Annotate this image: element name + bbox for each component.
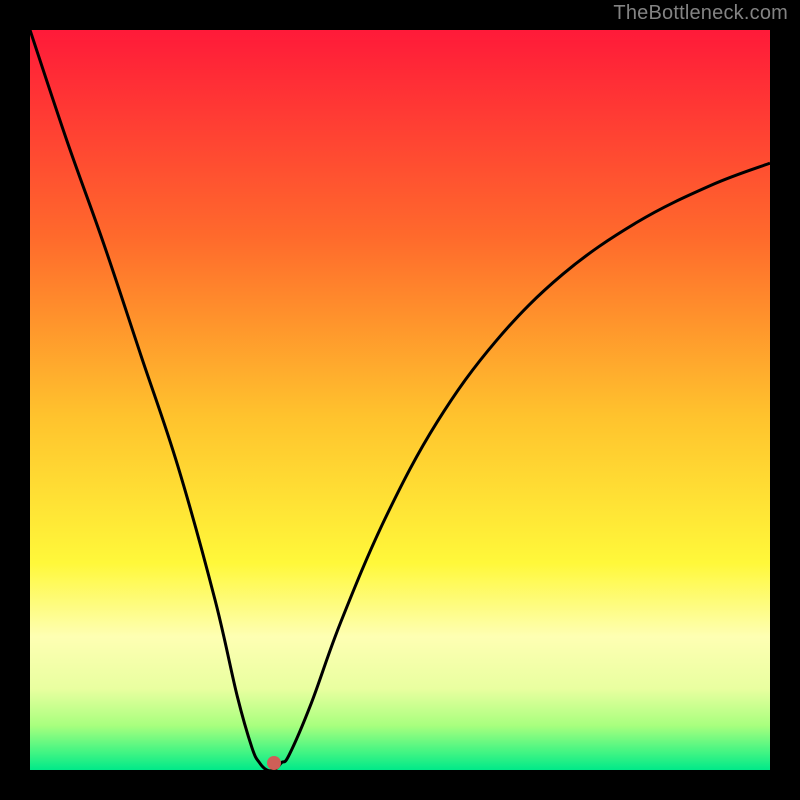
watermark-text: TheBottleneck.com	[613, 2, 788, 25]
optimum-marker	[267, 756, 281, 770]
bottleneck-curve	[30, 30, 770, 770]
curve-path	[30, 30, 770, 770]
plot-area	[30, 30, 770, 770]
chart-frame: TheBottleneck.com	[0, 0, 800, 800]
